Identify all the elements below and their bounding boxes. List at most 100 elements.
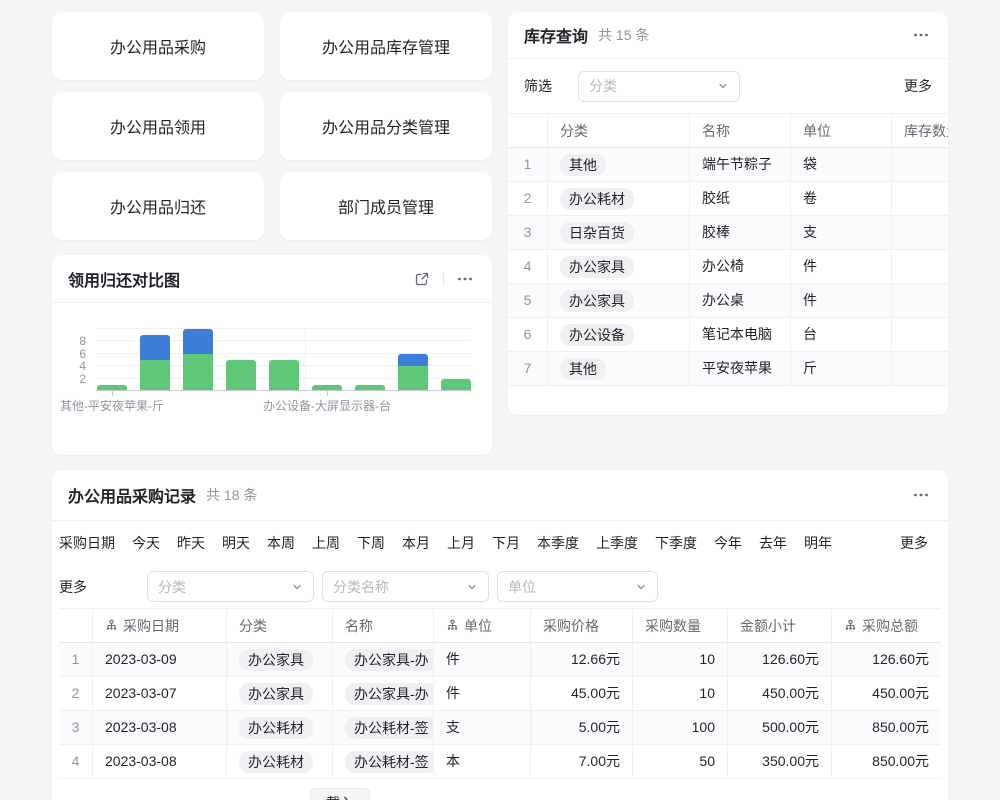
quick-action-button[interactable]: 办公用品领用 xyxy=(52,92,264,160)
more-dots-icon[interactable] xyxy=(910,484,932,506)
item-stock xyxy=(892,250,948,283)
category-filter-select[interactable]: 分类 xyxy=(578,71,740,102)
row-index: 1 xyxy=(59,643,93,676)
item-unit: 卷 xyxy=(791,182,892,215)
inventory-table-row[interactable]: 3 日杂百货 胶棒 支 xyxy=(508,216,948,250)
chevron-down-icon xyxy=(466,581,478,593)
column-header-qty[interactable]: 采购数量 xyxy=(633,609,728,642)
date-filter-option[interactable]: 本月 xyxy=(402,533,430,553)
field-link-icon xyxy=(844,619,857,632)
inventory-more-filters-link[interactable]: 更多 xyxy=(904,76,932,96)
date-filter-option[interactable]: 下月 xyxy=(492,533,520,553)
item-name: 平安夜苹果 xyxy=(690,352,791,385)
column-header-category[interactable]: 分类 xyxy=(548,114,690,147)
column-header-unit[interactable]: 单位 xyxy=(791,114,892,147)
column-header-stock[interactable]: 库存数量 xyxy=(892,114,948,147)
item-name: 胶棒 xyxy=(690,216,791,249)
row-index: 3 xyxy=(59,711,93,744)
item-stock xyxy=(892,216,948,249)
row-index: 2 xyxy=(508,182,548,215)
item-stock xyxy=(892,318,948,351)
records-table-row[interactable]: 1 2023-03-09 办公家具 办公家具-办 件 12.66元 10 126… xyxy=(59,643,941,677)
date-filter-option[interactable]: 明天 xyxy=(222,533,250,553)
date-filter-more-link[interactable]: 更多 xyxy=(900,533,928,553)
category-tag: 办公家具 xyxy=(239,649,313,671)
column-header-total[interactable]: 采购总额 xyxy=(832,609,941,642)
external-link-icon[interactable] xyxy=(411,268,433,290)
category-tag: 日杂百货 xyxy=(560,222,634,244)
extra-filters-label: 更多 xyxy=(59,577,89,597)
inventory-table-row[interactable]: 4 办公家具 办公椅 件 xyxy=(508,250,948,284)
column-header-name[interactable]: 名称 xyxy=(690,114,791,147)
amount-subtotal: 500.00元 xyxy=(728,711,832,744)
quick-action-button[interactable]: 办公用品库存管理 xyxy=(280,12,492,80)
category-tag: 办公设备 xyxy=(560,324,634,346)
row-index: 4 xyxy=(59,745,93,778)
inventory-table-row[interactable]: 2 办公耗材 胶纸 卷 xyxy=(508,182,948,216)
category-tag: 办公耗材 xyxy=(239,751,313,773)
date-filter-option[interactable]: 今年 xyxy=(714,533,742,553)
filter-select[interactable]: 分类名称 xyxy=(322,571,489,602)
purchase-date: 2023-03-09 xyxy=(93,643,227,676)
quick-action-button[interactable]: 办公用品采购 xyxy=(52,12,264,80)
inventory-table-row[interactable]: 6 办公设备 笔记本电脑 台 xyxy=(508,318,948,352)
y-tick-label: 4 xyxy=(79,359,86,373)
inventory-filter-row: 筛选 分类 更多 xyxy=(508,59,948,113)
column-header-price[interactable]: 采购价格 xyxy=(531,609,633,642)
purchase-total: 450.00元 xyxy=(832,677,941,710)
filter-select[interactable]: 分类 xyxy=(147,571,314,602)
date-filter-option[interactable]: 今天 xyxy=(132,533,160,553)
load-more-button[interactable]: 载入 xyxy=(310,788,370,800)
records-table-row[interactable]: 2 2023-03-07 办公家具 办公家具-办 件 45.00元 10 450… xyxy=(59,677,941,711)
quick-action-button[interactable]: 办公用品分类管理 xyxy=(280,92,492,160)
y-tick-label: 8 xyxy=(79,334,86,348)
records-table-row[interactable]: 3 2023-03-08 办公耗材 办公耗材-签 支 5.00元 100 500… xyxy=(59,711,941,745)
date-filter-option[interactable]: 本季度 xyxy=(537,533,579,553)
records-title: 办公用品采购记录 xyxy=(68,483,196,507)
category-tag: 办公耗材 xyxy=(560,188,634,210)
column-header-subtotal[interactable]: 金额小计 xyxy=(728,609,832,642)
date-filter-option[interactable]: 明年 xyxy=(804,533,832,553)
column-header-name[interactable]: 名称 xyxy=(333,609,434,642)
item-unit: 件 xyxy=(791,284,892,317)
field-link-icon xyxy=(105,619,118,632)
records-card: 办公用品采购记录 共 18 条 采购日期 今天 昨天 明天 本周 上周 下周 xyxy=(52,470,948,800)
unit: 本 xyxy=(434,745,531,778)
date-filter-option[interactable]: 上周 xyxy=(312,533,340,553)
inventory-card-header: 库存查询 共 15 条 xyxy=(508,12,948,59)
date-filter-option[interactable]: 上季度 xyxy=(596,533,638,553)
date-filter-option[interactable]: 下季度 xyxy=(655,533,697,553)
inventory-table-row[interactable]: 1 其他 端午节粽子 袋 xyxy=(508,148,948,182)
records-table-row[interactable]: 4 2023-03-08 办公耗材 办公耗材-签 本 7.00元 50 350.… xyxy=(59,745,941,779)
column-header-date[interactable]: 采购日期 xyxy=(93,609,227,642)
item-unit: 台 xyxy=(791,318,892,351)
unit: 件 xyxy=(434,677,531,710)
date-filter-option[interactable]: 下周 xyxy=(357,533,385,553)
column-header-unit[interactable]: 单位 xyxy=(434,609,531,642)
date-filter-option[interactable]: 去年 xyxy=(759,533,787,553)
quick-action-label: 办公用品归还 xyxy=(110,194,206,218)
filter-select[interactable]: 单位 xyxy=(497,571,658,602)
category-tag: 其他 xyxy=(560,154,606,176)
column-header-index xyxy=(59,609,93,642)
records-count: 共 18 条 xyxy=(206,485,257,505)
quick-action-label: 办公用品领用 xyxy=(110,114,206,138)
x-tick-label: 办公设备-大屏显示器-台 xyxy=(263,397,391,414)
date-filter-option[interactable]: 上月 xyxy=(447,533,475,553)
select-placeholder: 单位 xyxy=(508,577,536,597)
dashboard-page: 办公用品采购 办公用品库存管理 办公用品领用 办公用品分类管理 办公用品归还 部… xyxy=(0,0,1000,800)
column-header-category[interactable]: 分类 xyxy=(227,609,333,642)
chart-area: 2468 其他-平安夜苹果-斤办公设备-大屏显示器-台 xyxy=(52,303,492,455)
inventory-table-row[interactable]: 7 其他 平安夜苹果 斤 xyxy=(508,352,948,386)
quick-action-button[interactable]: 办公用品归还 xyxy=(52,172,264,240)
purchase-total: 850.00元 xyxy=(832,745,941,778)
inventory-table-row[interactable]: 5 办公家具 办公桌 件 xyxy=(508,284,948,318)
more-dots-icon[interactable] xyxy=(454,268,476,290)
more-dots-icon[interactable] xyxy=(910,24,932,46)
date-filter-option[interactable]: 本周 xyxy=(267,533,295,553)
field-link-icon xyxy=(446,619,459,632)
item-unit: 斤 xyxy=(791,352,892,385)
quick-action-button[interactable]: 部门成员管理 xyxy=(280,172,492,240)
date-filter-option[interactable]: 昨天 xyxy=(177,533,205,553)
chevron-down-icon xyxy=(291,581,303,593)
